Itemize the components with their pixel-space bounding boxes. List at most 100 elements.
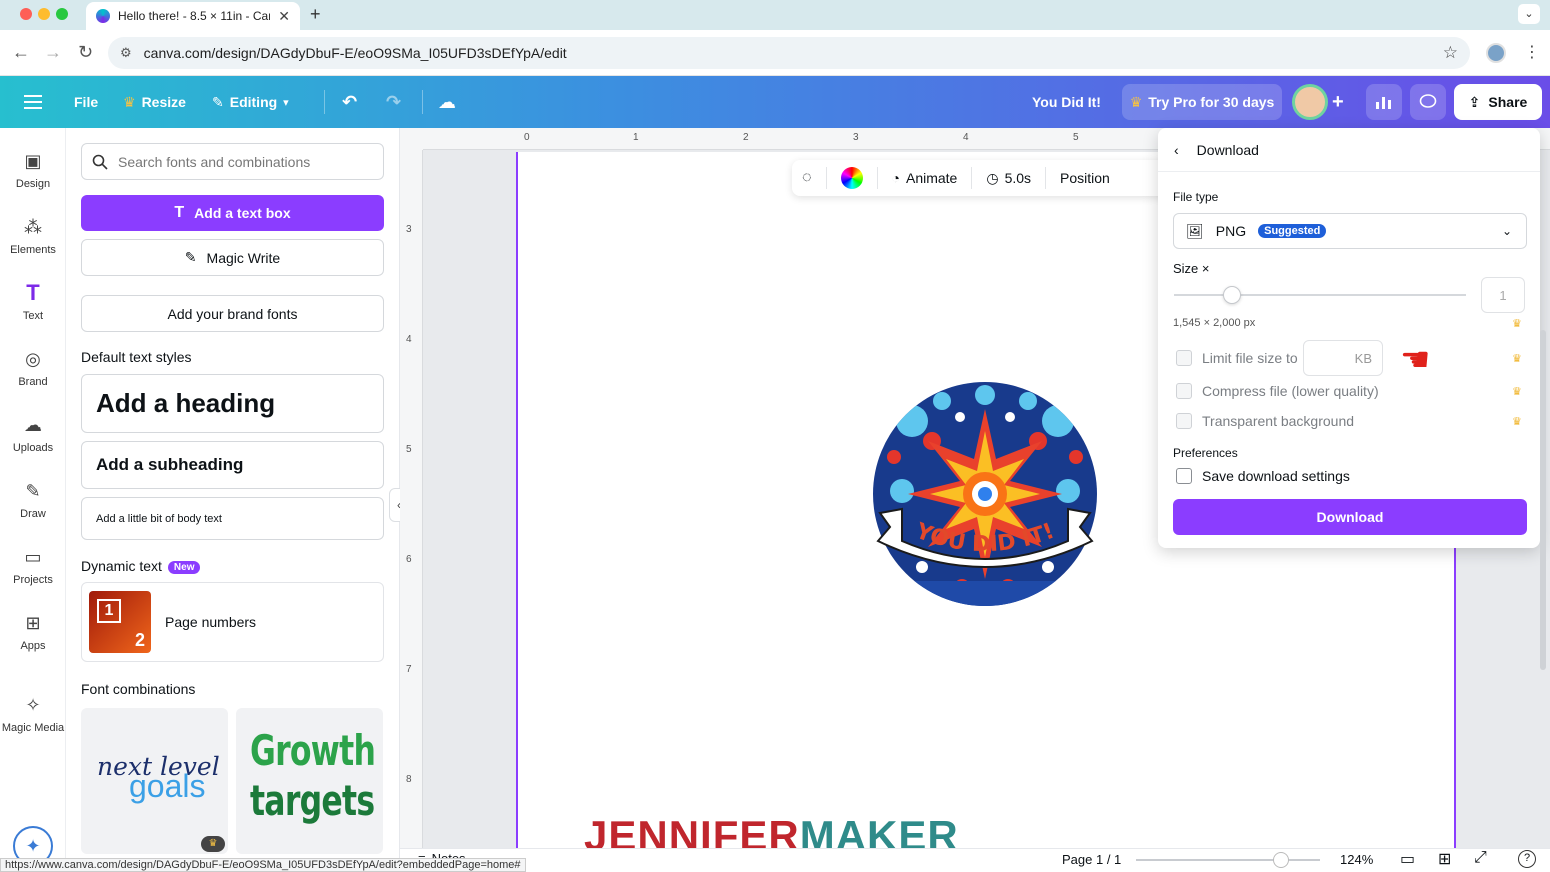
kb-input[interactable]: KB: [1303, 340, 1383, 376]
bookmark-star-icon[interactable]: ☆: [1443, 43, 1458, 63]
close-tab-icon[interactable]: ✕: [278, 8, 290, 25]
browser-tab[interactable]: Hello there! - 8.5 × 11in - Canva ✕: [86, 2, 300, 30]
link-status-url: https://www.canva.com/design/DAGdyDbuF-E…: [0, 858, 526, 872]
font-combo-next-level-goals[interactable]: next level goals ♛: [81, 708, 228, 854]
doc-title-text: You Did It!: [1032, 94, 1101, 110]
file-type-select[interactable]: 🖼 PNG Suggested ⌄: [1173, 213, 1527, 249]
limit-file-size-option[interactable]: Limit file size to: [1176, 350, 1298, 366]
site-settings-icon[interactable]: ⚙: [120, 45, 132, 61]
rail-item-apps[interactable]: ⊞ Apps: [0, 612, 66, 652]
grid-view-icon[interactable]: ⊞: [1438, 849, 1451, 869]
rail-item-text[interactable]: T Text: [0, 282, 66, 323]
close-window-button[interactable]: [20, 8, 32, 20]
new-badge: New: [167, 560, 201, 574]
help-icon[interactable]: ?: [1518, 850, 1536, 868]
vertical-ruler: 3 4 5 6 7 8: [400, 150, 423, 850]
back-chevron-icon[interactable]: ‹: [1174, 142, 1179, 158]
add-heading-button[interactable]: Add a heading: [81, 374, 384, 433]
browser-menu-icon[interactable]: ⋮: [1524, 42, 1540, 62]
rail-item-magic-media[interactable]: ✧ Magic Media: [0, 694, 66, 734]
duration-label: 5.0s: [1004, 170, 1032, 186]
share-label: Share: [1488, 94, 1528, 110]
compress-checkbox[interactable]: [1176, 383, 1192, 399]
size-slider-thumb[interactable]: [1223, 286, 1242, 304]
duration-button[interactable]: ◷ 5.0s: [986, 170, 1031, 187]
brand-fonts-label: Add your brand fonts: [167, 305, 298, 322]
rail-item-uploads[interactable]: ☁ Uploads: [0, 414, 66, 454]
side-rail: ▣ Design ⁂ Elements T Text ◎ Brand ☁ Upl…: [0, 128, 66, 872]
zoom-window-button[interactable]: [56, 8, 68, 20]
tab-title: Hello there! - 8.5 × 11in - Canva: [118, 9, 270, 23]
projects-icon: ▭: [24, 547, 42, 567]
download-panel: ‹ Download File type 🖼 PNG Suggested ⌄ S…: [1158, 128, 1540, 548]
zoom-slider-thumb[interactable]: [1273, 852, 1290, 868]
new-tab-icon[interactable]: +: [310, 4, 321, 25]
add-subheading-button[interactable]: Add a subheading: [81, 441, 384, 489]
insights-chart-icon[interactable]: [1366, 84, 1402, 120]
share-button[interactable]: ⇪ Share: [1454, 84, 1542, 120]
font-search-input[interactable]: Search fonts and combinations: [81, 143, 384, 180]
rail-item-brand[interactable]: ◎ Brand: [0, 348, 66, 388]
editing-mode-dropdown[interactable]: ✎ Editing ▾: [212, 76, 289, 128]
url-field[interactable]: ⚙ canva.com/design/DAGdyDbuF-E/eoO9SMa_I…: [108, 37, 1470, 69]
undo-icon[interactable]: ↶: [342, 76, 357, 128]
reload-icon[interactable]: ↻: [78, 42, 93, 63]
page-numbers-item[interactable]: 1 2 Page numbers: [81, 582, 384, 662]
default-styles-title: Default text styles: [81, 349, 192, 365]
color-picker-icon[interactable]: [840, 167, 863, 189]
cloud-save-icon[interactable]: ☁: [438, 76, 456, 128]
forward-icon[interactable]: →: [44, 42, 62, 63]
download-button[interactable]: Download: [1173, 499, 1527, 535]
rail-item-draw[interactable]: ✎ Draw: [0, 480, 66, 520]
ruler-tick-label: 6: [406, 554, 412, 565]
user-avatar[interactable]: [1292, 84, 1328, 120]
rail-label: Apps: [20, 640, 46, 652]
position-button[interactable]: Position: [1060, 170, 1110, 186]
page-view-icon[interactable]: ▭: [1400, 849, 1415, 869]
transparent-bg-checkbox[interactable]: [1176, 413, 1192, 429]
size-slider[interactable]: [1174, 294, 1466, 296]
resize-button[interactable]: ♛ Resize: [123, 76, 186, 128]
add-brand-fonts-button[interactable]: Add your brand fonts: [81, 295, 384, 332]
zoom-slider[interactable]: [1136, 859, 1320, 861]
redo-icon[interactable]: ↷: [386, 76, 401, 128]
comments-icon[interactable]: [1410, 84, 1446, 120]
fullscreen-icon[interactable]: ⤢: [1474, 849, 1487, 867]
back-icon[interactable]: ←: [12, 42, 30, 63]
magic-write-button[interactable]: ✎ Magic Write: [81, 239, 384, 276]
rail-item-elements[interactable]: ⁂ Elements: [0, 216, 66, 256]
panel-scrollbar[interactable]: [1540, 330, 1546, 670]
main-menu-icon[interactable]: [24, 76, 42, 128]
try-pro-button[interactable]: ♛ Try Pro for 30 days: [1122, 84, 1282, 120]
rail-item-design[interactable]: ▣ Design: [0, 150, 66, 190]
brand-icon: ◎: [25, 349, 41, 369]
compress-option[interactable]: Compress file (lower quality): [1176, 383, 1379, 399]
invite-plus-icon[interactable]: +: [1332, 76, 1344, 128]
zoom-level[interactable]: 124%: [1340, 852, 1373, 867]
doc-title[interactable]: You Did It!: [1032, 76, 1101, 128]
profile-avatar[interactable]: [1486, 43, 1506, 63]
file-menu[interactable]: File: [74, 76, 98, 128]
add-body-text-button[interactable]: Add a little bit of body text: [81, 497, 384, 540]
you-did-it-sticker[interactable]: YOU DID IT!: [872, 381, 1098, 607]
font-combo-growth-targets[interactable]: Growth targets: [236, 708, 383, 854]
toolbar-divider: [876, 167, 878, 189]
comment-add-icon[interactable]: ◌: [802, 169, 812, 187]
minimize-window-button[interactable]: [38, 8, 50, 20]
tab-list-chevron-icon[interactable]: ⌄: [1518, 4, 1540, 24]
file-label: File: [74, 94, 99, 110]
limit-file-size-checkbox[interactable]: [1176, 350, 1192, 366]
rail-item-projects[interactable]: ▭ Projects: [0, 546, 66, 586]
magic-media-icon: ✧: [25, 695, 41, 715]
save-settings-option[interactable]: Save download settings: [1176, 468, 1350, 484]
ruler-tick-label: 4: [406, 334, 412, 345]
page-indicator[interactable]: Page 1 / 1: [1062, 852, 1121, 867]
size-input[interactable]: 1: [1481, 277, 1525, 313]
add-text-box-button[interactable]: T Add a text box: [81, 195, 384, 231]
save-settings-checkbox[interactable]: [1176, 468, 1192, 484]
suggested-badge: Suggested: [1258, 224, 1327, 238]
rail-label: Elements: [10, 244, 56, 256]
transparent-bg-option[interactable]: Transparent background: [1176, 413, 1354, 429]
animate-button[interactable]: ◔ Animate: [892, 170, 958, 186]
context-toolbar: ◌ ◔ Animate ◷ 5.0s Position: [792, 160, 1172, 196]
